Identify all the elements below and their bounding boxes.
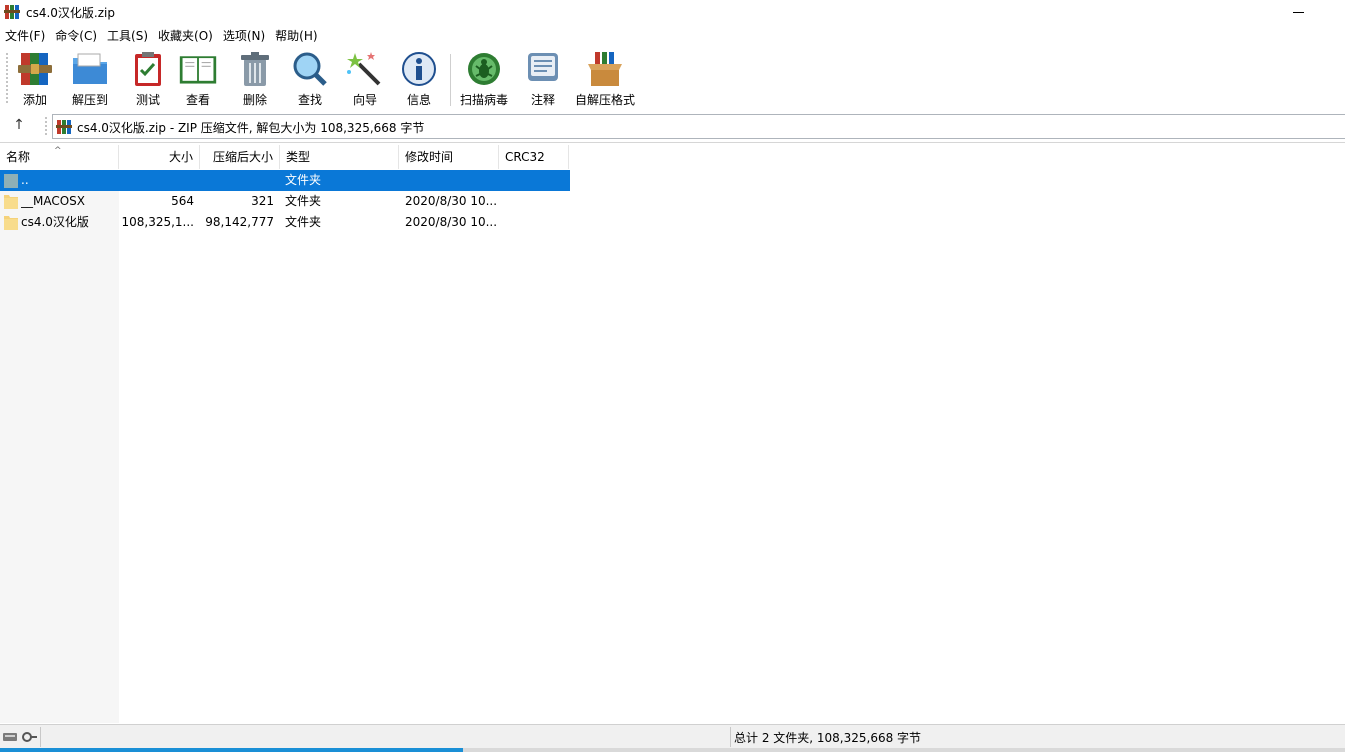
row-type: 文件夹 <box>285 215 322 229</box>
view-label: 查看 <box>185 93 210 107</box>
sfx-label: 自解压格式 <box>575 93 636 107</box>
virus-scan-button[interactable]: 扫描病毒 <box>460 50 508 108</box>
sfx-box-icon <box>588 52 622 86</box>
column-header-modified-label: 修改时间 <box>405 150 454 164</box>
menu-tools[interactable]: 工具(S) <box>102 26 153 46</box>
wizard-wand-icon <box>347 52 381 86</box>
row-size: 564 <box>171 194 194 208</box>
menu-options[interactable]: 选项(N) <box>218 26 270 46</box>
row-name: .. <box>21 173 29 187</box>
status-bar: 总计 2 文件夹, 108,325,668 字节 <box>0 724 1345 748</box>
column-header-type[interactable]: 类型 <box>280 145 399 169</box>
parent-folder-icon <box>4 174 18 188</box>
menu-favorites[interactable]: 收藏夹(O) <box>153 26 218 46</box>
delete-label: 删除 <box>242 93 267 107</box>
taskbar-segment <box>463 748 1345 752</box>
test-label: 测试 <box>135 93 160 107</box>
menu-file[interactable]: 文件(F) <box>0 26 50 46</box>
drive-key-icon[interactable] <box>3 731 37 743</box>
address-bar: ↑ cs4.0汉化版.zip - ZIP 压缩文件, 解包大小为 108,325… <box>0 112 1345 140</box>
row-name: cs4.0汉化版 <box>21 215 89 229</box>
name-column-shade <box>0 171 119 723</box>
comment-label: 注释 <box>530 93 555 107</box>
column-header-name-label: 名称 <box>6 150 31 164</box>
folder-icon <box>4 195 18 209</box>
taskbar-strip <box>0 748 1345 752</box>
view-book-icon <box>179 56 217 84</box>
status-divider <box>730 727 731 747</box>
menu-help[interactable]: 帮助(H) <box>270 26 322 46</box>
find-label: 查找 <box>297 93 322 107</box>
sfx-button[interactable]: 自解压格式 <box>575 50 635 108</box>
row-name: __MACOSX <box>21 194 86 208</box>
row-size: 108,325,1... <box>121 215 194 229</box>
add-label: 添加 <box>22 93 47 107</box>
menu-bar: 文件(F) 命令(C) 工具(S) 收藏夹(O) 选项(N) 帮助(H) <box>0 26 1345 46</box>
archive-path-text: cs4.0汉化版.zip - ZIP 压缩文件, 解包大小为 108,325,6… <box>77 121 425 135</box>
zip-archive-icon <box>56 120 72 134</box>
row-packed: 98,142,777 <box>205 215 274 229</box>
toolbar-grip[interactable] <box>5 52 9 104</box>
address-grip[interactable] <box>44 116 48 136</box>
view-button[interactable]: 查看 <box>178 50 218 108</box>
info-icon <box>402 52 436 86</box>
up-arrow-icon[interactable]: ↑ <box>10 116 28 134</box>
column-header-crc[interactable]: CRC32 <box>499 145 569 169</box>
archive-path-field[interactable]: cs4.0汉化版.zip - ZIP 压缩文件, 解包大小为 108,325,6… <box>52 114 1345 139</box>
table-row[interactable]: cs4.0汉化版 108,325,1... 98,142,777 文件夹 202… <box>0 212 570 233</box>
winrar-app-icon <box>4 5 20 19</box>
window-title: cs4.0汉化版.zip <box>26 6 115 20</box>
column-header-packed[interactable]: 压缩后大小 <box>200 145 280 169</box>
column-header-crc-label: CRC32 <box>505 150 545 164</box>
status-divider-left <box>40 727 41 747</box>
column-header-name[interactable]: ^ 名称 <box>0 145 119 169</box>
toolbar: 添加 解压到 测试 查看 删除 查找 向导 信息 扫描病毒 注释 自解压格式 <box>0 46 1345 110</box>
find-button[interactable]: 查找 <box>290 50 330 108</box>
add-button[interactable]: 添加 <box>15 50 55 108</box>
find-magnifier-icon <box>293 52 327 86</box>
comment-icon <box>528 53 558 81</box>
virus-scan-icon <box>468 53 500 85</box>
row-packed: 321 <box>251 194 274 208</box>
row-modified: 2020/8/30 10... <box>405 194 497 208</box>
test-button[interactable]: 测试 <box>128 50 168 108</box>
column-header-size[interactable]: 大小 <box>119 145 200 169</box>
column-header-modified[interactable]: 修改时间 <box>399 145 499 169</box>
table-row[interactable]: __MACOSX 564 321 文件夹 2020/8/30 10... <box>0 191 570 212</box>
extract-to-icon <box>73 53 107 84</box>
menu-commands[interactable]: 命令(C) <box>50 26 102 46</box>
row-type: 文件夹 <box>285 194 322 208</box>
toolbar-separator <box>450 54 451 106</box>
delete-button[interactable]: 删除 <box>235 50 275 108</box>
wizard-label: 向导 <box>352 93 377 107</box>
virus-scan-label: 扫描病毒 <box>460 93 509 107</box>
list-header: ^ 名称 大小 压缩后大小 类型 修改时间 CRC32 <box>0 145 570 169</box>
row-modified: 2020/8/30 10... <box>405 215 497 229</box>
row-type: 文件夹 <box>285 173 322 187</box>
extract-to-label: 解压到 <box>71 93 108 107</box>
trash-icon <box>241 52 269 86</box>
folder-icon <box>4 216 18 230</box>
column-header-packed-label: 压缩后大小 <box>212 150 273 164</box>
comment-button[interactable]: 注释 <box>523 50 563 108</box>
sort-ascending-icon: ^ <box>54 146 62 156</box>
add-archive-icon <box>18 53 52 85</box>
extract-to-button[interactable]: 解压到 <box>70 50 110 108</box>
minimize-button[interactable] <box>1287 2 1311 22</box>
status-summary: 总计 2 文件夹, 108,325,668 字节 <box>734 731 922 745</box>
test-icon <box>135 52 161 86</box>
info-button[interactable]: 信息 <box>399 50 439 108</box>
info-label: 信息 <box>406 93 431 107</box>
wizard-button[interactable]: 向导 <box>345 50 385 108</box>
column-header-type-label: 类型 <box>286 150 311 164</box>
table-row-parent[interactable]: .. 文件夹 <box>0 170 570 191</box>
column-header-size-label: 大小 <box>168 150 193 164</box>
file-list: ^ 名称 大小 压缩后大小 类型 修改时间 CRC32 .. 文件夹 __MAC… <box>0 142 1345 723</box>
title-bar: cs4.0汉化版.zip <box>0 0 1345 24</box>
